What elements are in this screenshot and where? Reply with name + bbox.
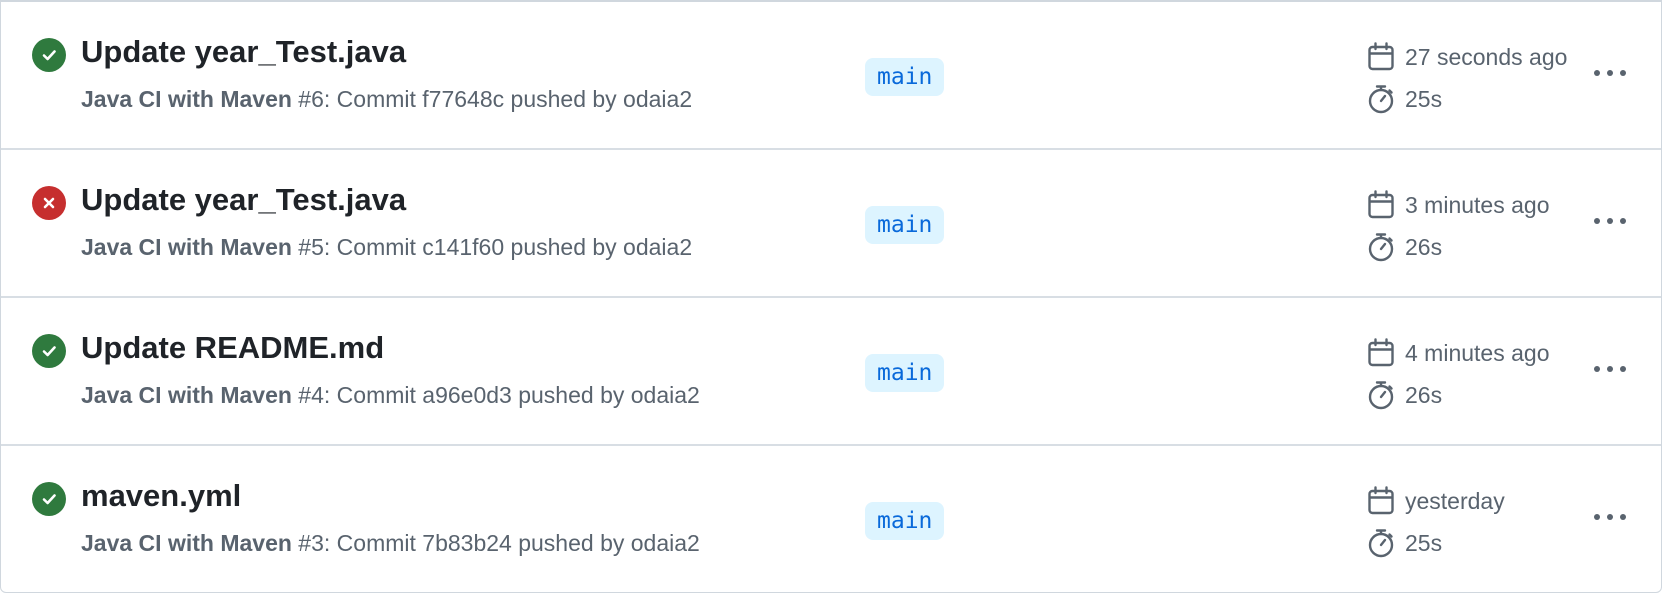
more-options-button[interactable] bbox=[1589, 56, 1631, 90]
run-detail: #5: Commit c141f60 pushed by odaia2 bbox=[291, 234, 693, 260]
run-meta: Java CI with Maven #3: Commit 7b83b24 pu… bbox=[81, 530, 700, 557]
calendar-icon bbox=[1368, 486, 1394, 515]
stopwatch-icon bbox=[1368, 529, 1394, 558]
run-duration-text: 25s bbox=[1405, 85, 1443, 112]
run-detail: #4: Commit a96e0d3 pushed by odaia2 bbox=[291, 382, 700, 408]
run-duration: 26s bbox=[1367, 380, 1442, 410]
stopwatch-icon bbox=[1368, 233, 1394, 262]
workflow-run-row[interactable]: Update year_Test.java Java CI with Maven… bbox=[1, 148, 1661, 294]
run-duration-text: 25s bbox=[1405, 529, 1443, 556]
run-detail: #6: Commit f77648c pushed by odaia2 bbox=[291, 86, 693, 112]
more-options-button[interactable] bbox=[1589, 352, 1631, 386]
workflow-runs-list: Update year_Test.java Java CI with Maven… bbox=[0, 0, 1662, 593]
workflow-run-row[interactable]: Update year_Test.java Java CI with Maven… bbox=[1, 2, 1661, 148]
run-time: yesterday bbox=[1367, 486, 1505, 516]
run-time-text: 4 minutes ago bbox=[1405, 339, 1550, 366]
workflow-name: Java CI with Maven bbox=[81, 530, 292, 556]
run-duration: 26s bbox=[1367, 232, 1442, 262]
check-circle-icon bbox=[32, 334, 66, 368]
check-circle-icon bbox=[32, 38, 66, 72]
stopwatch-icon bbox=[1368, 381, 1394, 410]
run-duration-text: 26s bbox=[1405, 233, 1443, 260]
kebab-horizontal-icon bbox=[1594, 70, 1626, 76]
branch-badge[interactable]: main bbox=[865, 206, 945, 244]
run-title-link[interactable]: Update README.md bbox=[81, 330, 384, 366]
kebab-horizontal-icon bbox=[1594, 218, 1626, 224]
run-detail: #3: Commit 7b83b24 pushed by odaia2 bbox=[291, 530, 700, 556]
run-duration: 25s bbox=[1367, 84, 1442, 114]
run-time-text: yesterday bbox=[1405, 487, 1505, 514]
kebab-horizontal-icon bbox=[1594, 514, 1626, 520]
run-title-link[interactable]: maven.yml bbox=[81, 478, 241, 514]
check-circle-icon bbox=[32, 482, 66, 516]
run-title-link[interactable]: Update year_Test.java bbox=[81, 182, 406, 218]
run-meta: Java CI with Maven #4: Commit a96e0d3 pu… bbox=[81, 382, 700, 409]
calendar-icon bbox=[1368, 338, 1394, 367]
calendar-icon bbox=[1368, 42, 1394, 71]
stopwatch-icon bbox=[1368, 85, 1394, 114]
workflow-name: Java CI with Maven bbox=[81, 86, 292, 112]
workflow-run-row[interactable]: Update README.md Java CI with Maven #4: … bbox=[1, 296, 1661, 442]
run-time: 3 minutes ago bbox=[1367, 190, 1549, 220]
branch-badge[interactable]: main bbox=[865, 354, 945, 392]
more-options-button[interactable] bbox=[1589, 204, 1631, 238]
run-time-text: 3 minutes ago bbox=[1405, 191, 1550, 218]
workflow-name: Java CI with Maven bbox=[81, 382, 292, 408]
x-circle-icon bbox=[32, 186, 66, 220]
run-duration-text: 26s bbox=[1405, 381, 1443, 408]
workflow-run-row[interactable]: maven.yml Java CI with Maven #3: Commit … bbox=[1, 444, 1661, 590]
run-time-text: 27 seconds ago bbox=[1405, 43, 1568, 70]
more-options-button[interactable] bbox=[1589, 500, 1631, 534]
branch-badge[interactable]: main bbox=[865, 502, 945, 540]
kebab-horizontal-icon bbox=[1594, 366, 1626, 372]
calendar-icon bbox=[1368, 190, 1394, 219]
run-meta: Java CI with Maven #6: Commit f77648c pu… bbox=[81, 86, 692, 113]
run-meta: Java CI with Maven #5: Commit c141f60 pu… bbox=[81, 234, 692, 261]
run-time: 27 seconds ago bbox=[1367, 42, 1567, 72]
workflow-name: Java CI with Maven bbox=[81, 234, 292, 260]
run-time: 4 minutes ago bbox=[1367, 338, 1549, 368]
run-duration: 25s bbox=[1367, 528, 1442, 558]
run-title-link[interactable]: Update year_Test.java bbox=[81, 34, 406, 70]
branch-badge[interactable]: main bbox=[865, 58, 945, 96]
